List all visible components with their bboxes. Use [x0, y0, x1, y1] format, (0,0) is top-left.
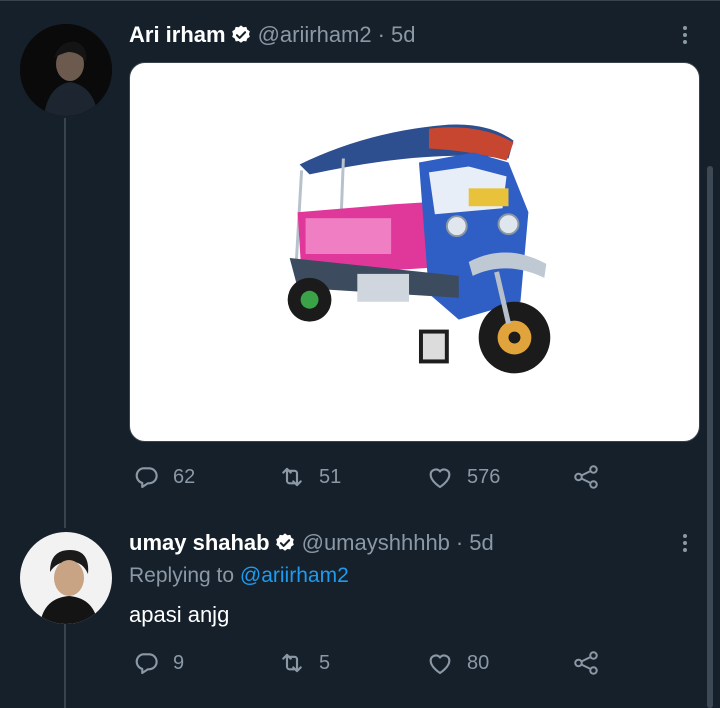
mention-link[interactable]: @ariirham2 — [240, 564, 349, 587]
retweet-icon — [277, 648, 307, 678]
retweet-button[interactable]: 5 — [277, 648, 330, 678]
replying-prefix: Replying to — [129, 564, 235, 587]
retweet-icon — [277, 462, 307, 492]
avatar-image — [20, 24, 112, 116]
like-button[interactable]: 80 — [425, 648, 489, 678]
separator-dot: · — [377, 22, 385, 47]
heart-icon — [425, 648, 455, 678]
verified-badge-icon — [274, 532, 296, 554]
tweet[interactable]: Ari irham @ariirham2 · 5d 62 51 576 — [0, 0, 704, 520]
like-count: 576 — [467, 465, 501, 488]
like-button[interactable]: 576 — [425, 462, 500, 492]
reply-count: 62 — [173, 465, 196, 488]
more-icon[interactable] — [672, 22, 698, 48]
tweet-header: umay shahab @umayshhhhb · 5d — [129, 530, 494, 556]
scrollbar-thumb[interactable] — [707, 166, 713, 708]
share-button[interactable] — [571, 648, 601, 678]
separator-dot: · — [455, 530, 464, 555]
replying-to: Replying to @ariirham2 — [129, 564, 349, 588]
user-handle[interactable]: @ariirham2 — [258, 22, 372, 48]
more-icon[interactable] — [672, 530, 698, 556]
reply-icon — [131, 648, 161, 678]
tweet-actions: 62 51 576 — [129, 462, 609, 492]
like-count: 80 — [467, 651, 490, 674]
reply-count: 9 — [173, 651, 185, 674]
tuk-tuk-image[interactable] — [129, 62, 700, 442]
share-icon — [571, 648, 601, 678]
timestamp[interactable]: 5d — [391, 22, 415, 48]
reply-button[interactable]: 9 — [131, 648, 184, 678]
avatar[interactable] — [20, 24, 112, 116]
tweet-actions: 9 5 80 — [129, 648, 609, 678]
tuk-tuk-illustration — [287, 124, 551, 374]
display-name[interactable]: Ari irham — [129, 22, 226, 48]
share-button[interactable] — [571, 462, 601, 492]
avatar-image — [20, 532, 112, 624]
display-name[interactable]: umay shahab — [129, 530, 270, 556]
avatar[interactable] — [20, 532, 112, 624]
timestamp[interactable]: 5d — [469, 530, 493, 556]
reply-button[interactable]: 62 — [131, 462, 195, 492]
heart-icon — [425, 462, 455, 492]
reply-icon — [131, 462, 161, 492]
user-handle[interactable]: @umayshhhhb — [302, 530, 450, 556]
verified-badge-icon — [230, 24, 252, 46]
retweet-button[interactable]: 51 — [277, 462, 341, 492]
tweet[interactable]: umay shahab @umayshhhhb · 5d Replying to… — [0, 520, 704, 708]
retweet-count: 5 — [319, 651, 331, 674]
share-icon — [571, 462, 601, 492]
tweet-text: apasi anjg — [129, 602, 230, 627]
retweet-count: 51 — [319, 465, 342, 488]
tweet-header: Ari irham @ariirham2 · 5d — [129, 22, 415, 48]
